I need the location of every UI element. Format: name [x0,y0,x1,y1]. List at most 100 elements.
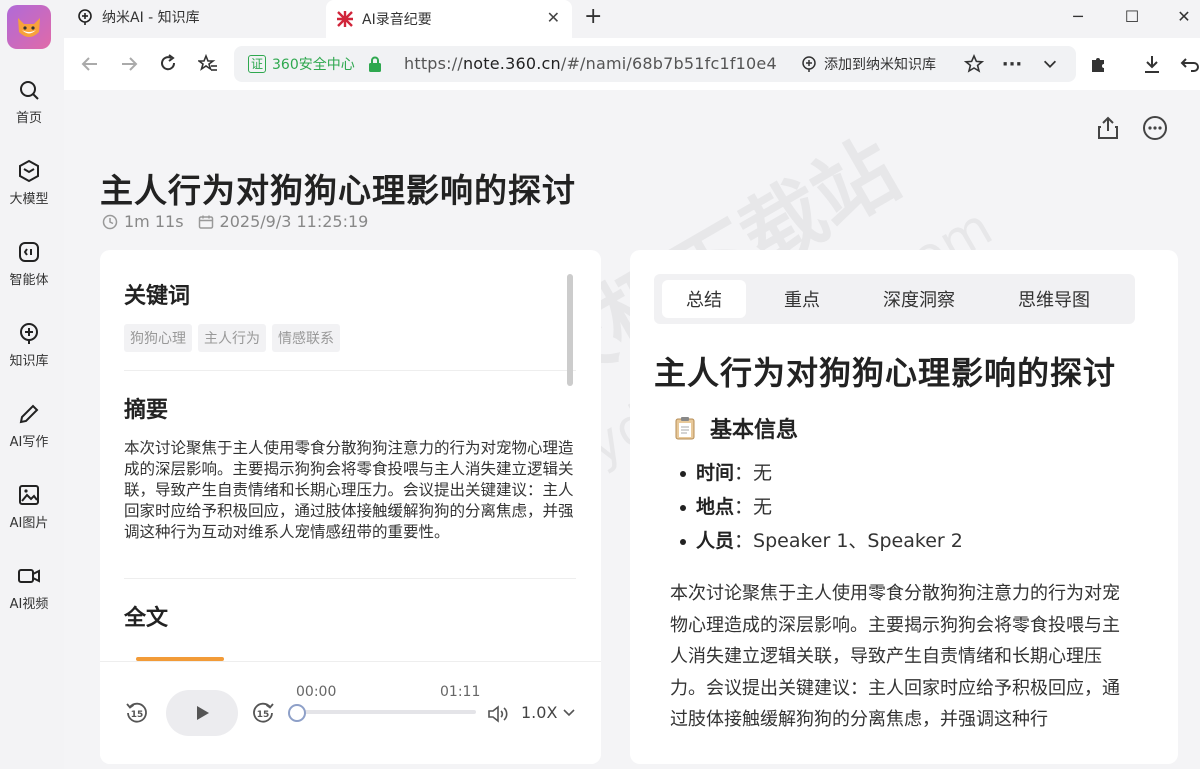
knowledge-icon [802,56,816,72]
audio-player: 15 15 00:00 01:11 1.0X [100,661,601,764]
minimize-button[interactable]: ─ [1064,4,1092,28]
url-host: note.360.cn [462,54,561,73]
star-list-icon [198,54,217,71]
list-item: 时间：无 [680,456,963,490]
clock-icon [102,214,118,229]
tab-mind-map[interactable]: 思维导图 [998,280,1110,318]
security-badge[interactable]: 证 360安全中心 [248,54,355,74]
browser-toolbar: 证 360安全中心 https://note.360.cn/#/nami/68b… [64,38,1200,90]
url-path: /#/nami/68b7b51fc1f10e4 [560,54,777,73]
progress-track[interactable] [288,704,476,722]
url-prefix: https:// [404,54,463,73]
rail-item-model[interactable]: 大模型 [0,159,58,223]
rail-item-video[interactable]: AI视频 [0,564,58,628]
favorites-button[interactable] [194,50,222,78]
reload-icon [161,54,176,71]
keyword-tag[interactable]: 情感联系 [272,324,340,352]
list-item: 人员：Speaker 1、Speaker 2 [680,524,963,558]
fulltext-heading: 全文 [124,606,169,631]
undo-icon [1180,58,1199,72]
arrow-left-icon [81,57,97,71]
download-button[interactable] [1138,50,1166,78]
maximize-button[interactable]: ☐ [1118,4,1146,28]
divider [124,578,576,579]
play-icon [197,706,209,720]
agent-icon [19,242,39,262]
reload-button[interactable] [154,50,182,78]
image-icon [19,485,39,505]
basic-info-label: 基本信息 [710,418,799,443]
tab-title: 纳米AI - 知识库 [102,10,200,26]
tab-deep-insight[interactable]: 深度洞察 [864,280,974,318]
recording-app-icon [337,11,353,27]
summary-paragraph: 本次讨论聚焦于主人使用零食分散狗狗注意力的行为对宠物心理造成的深层影响。主要揭示… [670,583,1120,730]
app-logo[interactable] [7,5,51,49]
rewind-15-icon[interactable]: 15 [124,700,150,726]
total-time: 01:11 [440,684,481,700]
current-time: 00:00 [296,684,337,700]
fox-logo-icon [18,18,40,37]
extensions-button[interactable] [1084,50,1112,78]
share-icon[interactable] [1094,114,1122,142]
keyword-tag[interactable]: 主人行为 [198,324,266,352]
summary-title: 主人行为对狗狗心理影响的探讨 [654,354,1117,392]
basic-info-list: 时间：无 地点：无 人员：Speaker 1、Speaker 2 [680,456,963,558]
more-circle-icon[interactable] [1141,114,1169,142]
close-window-button[interactable]: ✕ [1170,4,1198,28]
rail-label-knowledge: 知识库 [9,354,49,369]
svg-text:15: 15 [131,710,144,720]
rail-item-home[interactable]: 首页 [0,78,58,142]
tab-summary[interactable]: 总结 [662,280,746,318]
speed-value: 1.0X [521,703,558,722]
keywords-heading: 关键词 [124,284,191,309]
rail-label-image: AI图片 [9,516,49,531]
back-button[interactable] [76,50,104,78]
transcript-panel: 关键词 狗狗心理 主人行为 情感联系 摘要 本次讨论聚焦于主人使用零食分散狗狗注… [100,250,601,764]
rail-label-writing: AI写作 [9,435,49,450]
tab-ai-recording[interactable]: AI录音纪要 ✕ [326,0,572,38]
forward-button[interactable] [115,50,143,78]
playback-speed-select[interactable]: 1.0X [521,703,576,722]
rail-label-home: 首页 [15,111,42,126]
scrollbar-thumb[interactable] [567,274,573,386]
datetime-text: 2025/9/3 11:25:19 [219,212,369,231]
rail-item-writing[interactable]: AI写作 [0,402,58,466]
volume-icon[interactable] [486,702,510,726]
calendar-icon [198,215,213,229]
undo-button[interactable] [1176,50,1200,78]
certificate-icon: 证 [248,55,267,73]
url-text[interactable]: https://note.360.cn/#/nami/68b7b51fc1f10… [404,54,777,73]
analysis-tabs: 总结 重点 深度洞察 思维导图 [654,274,1135,324]
duration-text: 1m 11s [124,212,184,231]
note-meta: 1m 11s 2025/9/3 11:25:19 [102,212,368,231]
chevron-down-icon[interactable] [1038,52,1062,76]
add-to-knowledge-button[interactable]: 添加到纳米知识库 [800,54,936,74]
page-title: 主人行为对狗狗心理影响的探讨 [100,171,576,210]
arrow-right-icon [122,57,138,71]
clipboard-icon [675,417,695,440]
analysis-panel: 总结 重点 深度洞察 思维导图 主人行为对狗狗心理影响的探讨 基本信息 时间：无… [630,250,1178,764]
pen-icon [19,404,39,424]
tab-key-points[interactable]: 重点 [762,280,842,318]
tab-close-icon[interactable]: ✕ [547,8,560,27]
rail-item-knowledge[interactable]: 知识库 [0,321,58,385]
video-icon [18,569,40,583]
new-tab-button[interactable]: + [584,4,602,29]
keyword-tag[interactable]: 狗狗心理 [124,324,192,352]
bookmark-star-icon[interactable] [962,52,986,76]
knowledge-icon [78,9,92,25]
keyword-tags: 狗狗心理 主人行为 情感联系 [124,324,346,352]
security-label: 360安全中心 [272,57,355,73]
rail-item-image[interactable]: AI图片 [0,483,58,547]
add-to-knowledge-label: 添加到纳米知识库 [824,57,936,73]
more-dots-icon[interactable]: ··· [1000,52,1024,76]
summary-heading: 摘要 [124,398,169,423]
progress-knob[interactable] [288,704,306,722]
app-rail: 首页 大模型 智能体 知识库 AI写作 AI图片 AI视频 [0,0,58,769]
address-bar[interactable]: 证 360安全中心 https://note.360.cn/#/nami/68b… [234,46,1076,82]
tab-title: AI录音纪要 [362,12,432,28]
rail-item-agent[interactable]: 智能体 [0,240,58,304]
forward-15-icon[interactable]: 15 [250,700,276,726]
play-button[interactable] [166,690,238,736]
tab-knowledge[interactable]: 纳米AI - 知识库 [76,0,316,34]
